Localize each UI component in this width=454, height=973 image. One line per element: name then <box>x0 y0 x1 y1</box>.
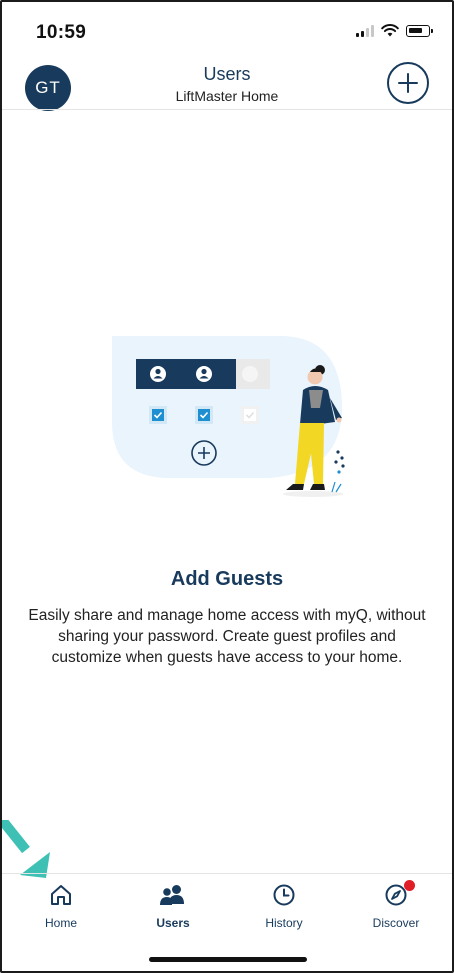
nav-label-discover: Discover <box>372 916 420 930</box>
add-user-button[interactable] <box>387 62 429 104</box>
section-description: Easily share and manage home access with… <box>28 607 426 666</box>
nav-label-history: History <box>265 916 303 930</box>
status-icons <box>356 24 433 37</box>
battery-icon <box>406 24 433 37</box>
notification-badge <box>404 880 415 891</box>
nav-divider <box>2 873 452 874</box>
cellular-signal-icon <box>356 24 374 37</box>
nav-item-discover[interactable]: Discover <box>356 880 436 930</box>
nav-item-home[interactable]: Home <box>21 880 101 930</box>
page-subtitle: LiftMaster Home <box>175 88 279 104</box>
nav-item-history[interactable]: History <box>244 880 324 930</box>
nav-item-users[interactable]: Users <box>133 880 213 930</box>
home-icon <box>51 885 71 905</box>
plus-icon <box>398 73 418 93</box>
clock-icon <box>273 884 295 906</box>
section-heading: Add Guests <box>170 568 284 590</box>
add-guests-illustration <box>112 336 345 497</box>
phone-screen: 10:59 GT Users LiftMaster Home Add Guest… <box>0 0 454 973</box>
wifi-icon <box>381 24 399 37</box>
bottom-nav: Home Users History Discover <box>2 880 452 940</box>
status-time: 10:59 <box>36 22 87 43</box>
home-indicator[interactable] <box>149 957 307 962</box>
page-title: Users <box>203 64 251 84</box>
pointer-arrow-icon <box>2 820 50 878</box>
header-divider <box>2 109 452 110</box>
nav-label-home: Home <box>44 916 77 930</box>
users-icon <box>160 885 184 905</box>
nav-label-users: Users <box>156 916 190 930</box>
